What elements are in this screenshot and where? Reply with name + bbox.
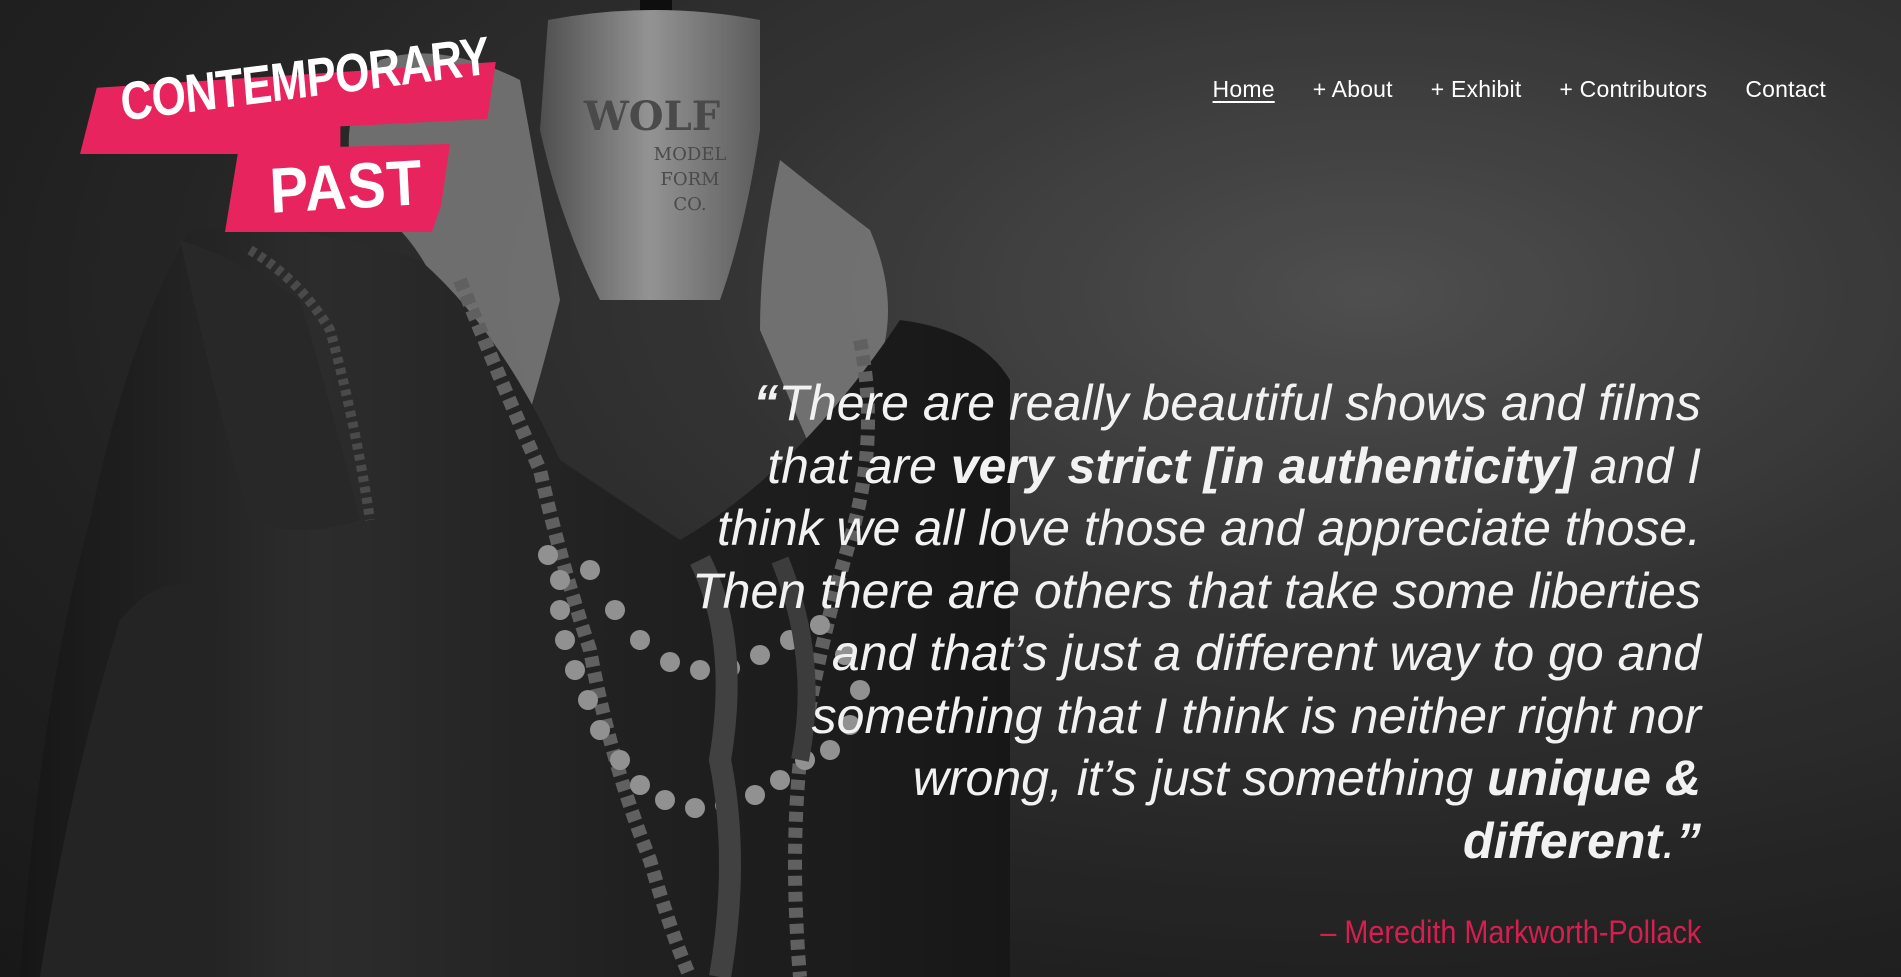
quote-open-mark: “ [753, 375, 779, 431]
main-nav: Home + About + Exhibit + Contributors Co… [1213, 76, 1826, 103]
quote-emphasis1: very strict [in authenticity] [950, 437, 1576, 494]
featured-quote: “There are really beautiful shows and fi… [681, 372, 1701, 872]
nav-about[interactable]: + About [1313, 76, 1393, 103]
quote-text-part3: . [1662, 812, 1676, 869]
quote-attribution: – Meredith Markworth-Pollack [1320, 914, 1701, 950]
nav-home[interactable]: Home [1213, 76, 1275, 103]
quote-close-mark: ” [1676, 812, 1701, 869]
nav-contributors[interactable]: + Contributors [1559, 76, 1707, 103]
nav-exhibit[interactable]: + Exhibit [1431, 76, 1522, 103]
nav-contact[interactable]: Contact [1745, 76, 1826, 103]
logo-text-line2: PAST [268, 146, 425, 227]
site-logo[interactable]: CONTEMPORARY PAST [80, 26, 505, 232]
